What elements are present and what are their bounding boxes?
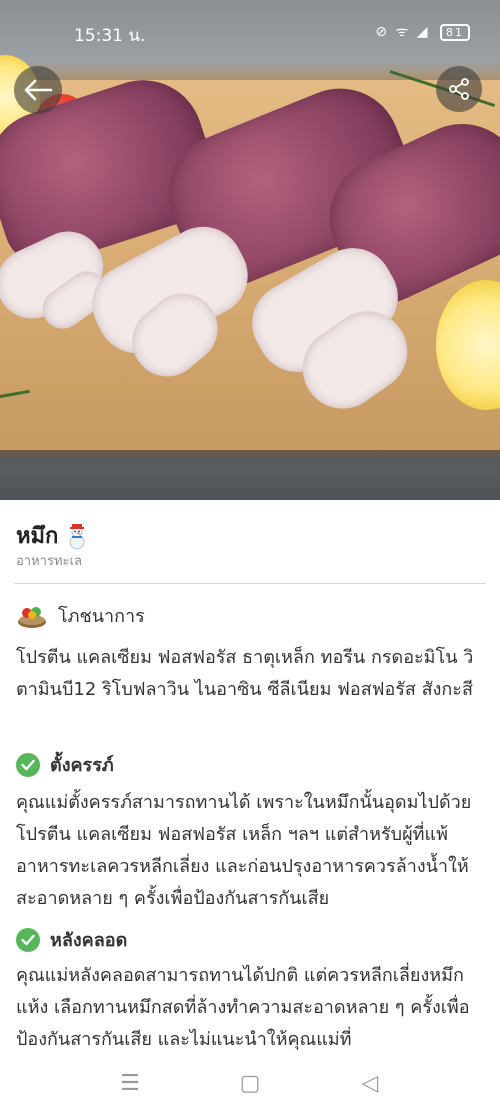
recent-apps-button[interactable]: ☰ — [115, 1068, 145, 1098]
postpartum-text: คุณแม่หลังคลอดสามารถทานได้ปกติ แต่ควรหลี… — [16, 965, 470, 1050]
status-icons: ⊘ ᯤ ◢ 81 — [375, 22, 470, 41]
home-icon: ▢ — [239, 1070, 261, 1096]
back-button[interactable] — [14, 66, 62, 114]
system-back-button[interactable]: ◁ — [355, 1068, 385, 1098]
divider — [14, 583, 486, 584]
food-title-row: หมึก — [16, 518, 90, 553]
nutrition-heading: โภชนาการ — [58, 605, 145, 627]
back-arrow-icon — [24, 79, 53, 101]
share-icon — [449, 78, 469, 100]
battery-icon: 81 — [440, 24, 470, 41]
hero-photo: 15:31 น. ⊘ ᯤ ◢ 81 — [0, 0, 500, 500]
triangle-back-icon: ◁ — [361, 1070, 379, 1096]
postpartum-heading: หลังคลอด — [50, 930, 128, 951]
pregnant-heading-row: ตั้งครรภ์ — [16, 750, 114, 779]
menu-icon: ☰ — [120, 1070, 140, 1096]
system-nav-bar: ☰ ▢ ◁ — [0, 1058, 500, 1111]
signal-icon: ⊘ ᯤ ◢ — [375, 24, 430, 40]
home-button[interactable]: ▢ — [235, 1068, 265, 1098]
food-bowl-icon — [18, 607, 46, 628]
postpartum-heading-row: หลังคลอด — [16, 925, 127, 954]
food-title: หมึก — [16, 524, 59, 549]
check-icon — [16, 927, 40, 952]
status-time: 15:31 น. — [74, 26, 146, 46]
food-category: อาหารทะเล — [16, 554, 82, 569]
nutrition-heading-row: โภชนาการ — [16, 600, 145, 630]
snowman-icon — [69, 523, 85, 549]
nutrition-text: โปรตีน แคลเซียม ฟอสฟอรัส ธาตุเหล็ก ทอรีน… — [16, 647, 474, 700]
share-button[interactable] — [436, 66, 482, 112]
pregnant-text: คุณแม่ตั้งครรภ์สามารถทานได้ เพราะในหมึกน… — [16, 792, 472, 909]
pregnant-heading: ตั้งครรภ์ — [50, 755, 114, 776]
status-bar: 15:31 น. ⊘ ᯤ ◢ 81 — [0, 0, 500, 60]
check-icon — [16, 752, 40, 777]
